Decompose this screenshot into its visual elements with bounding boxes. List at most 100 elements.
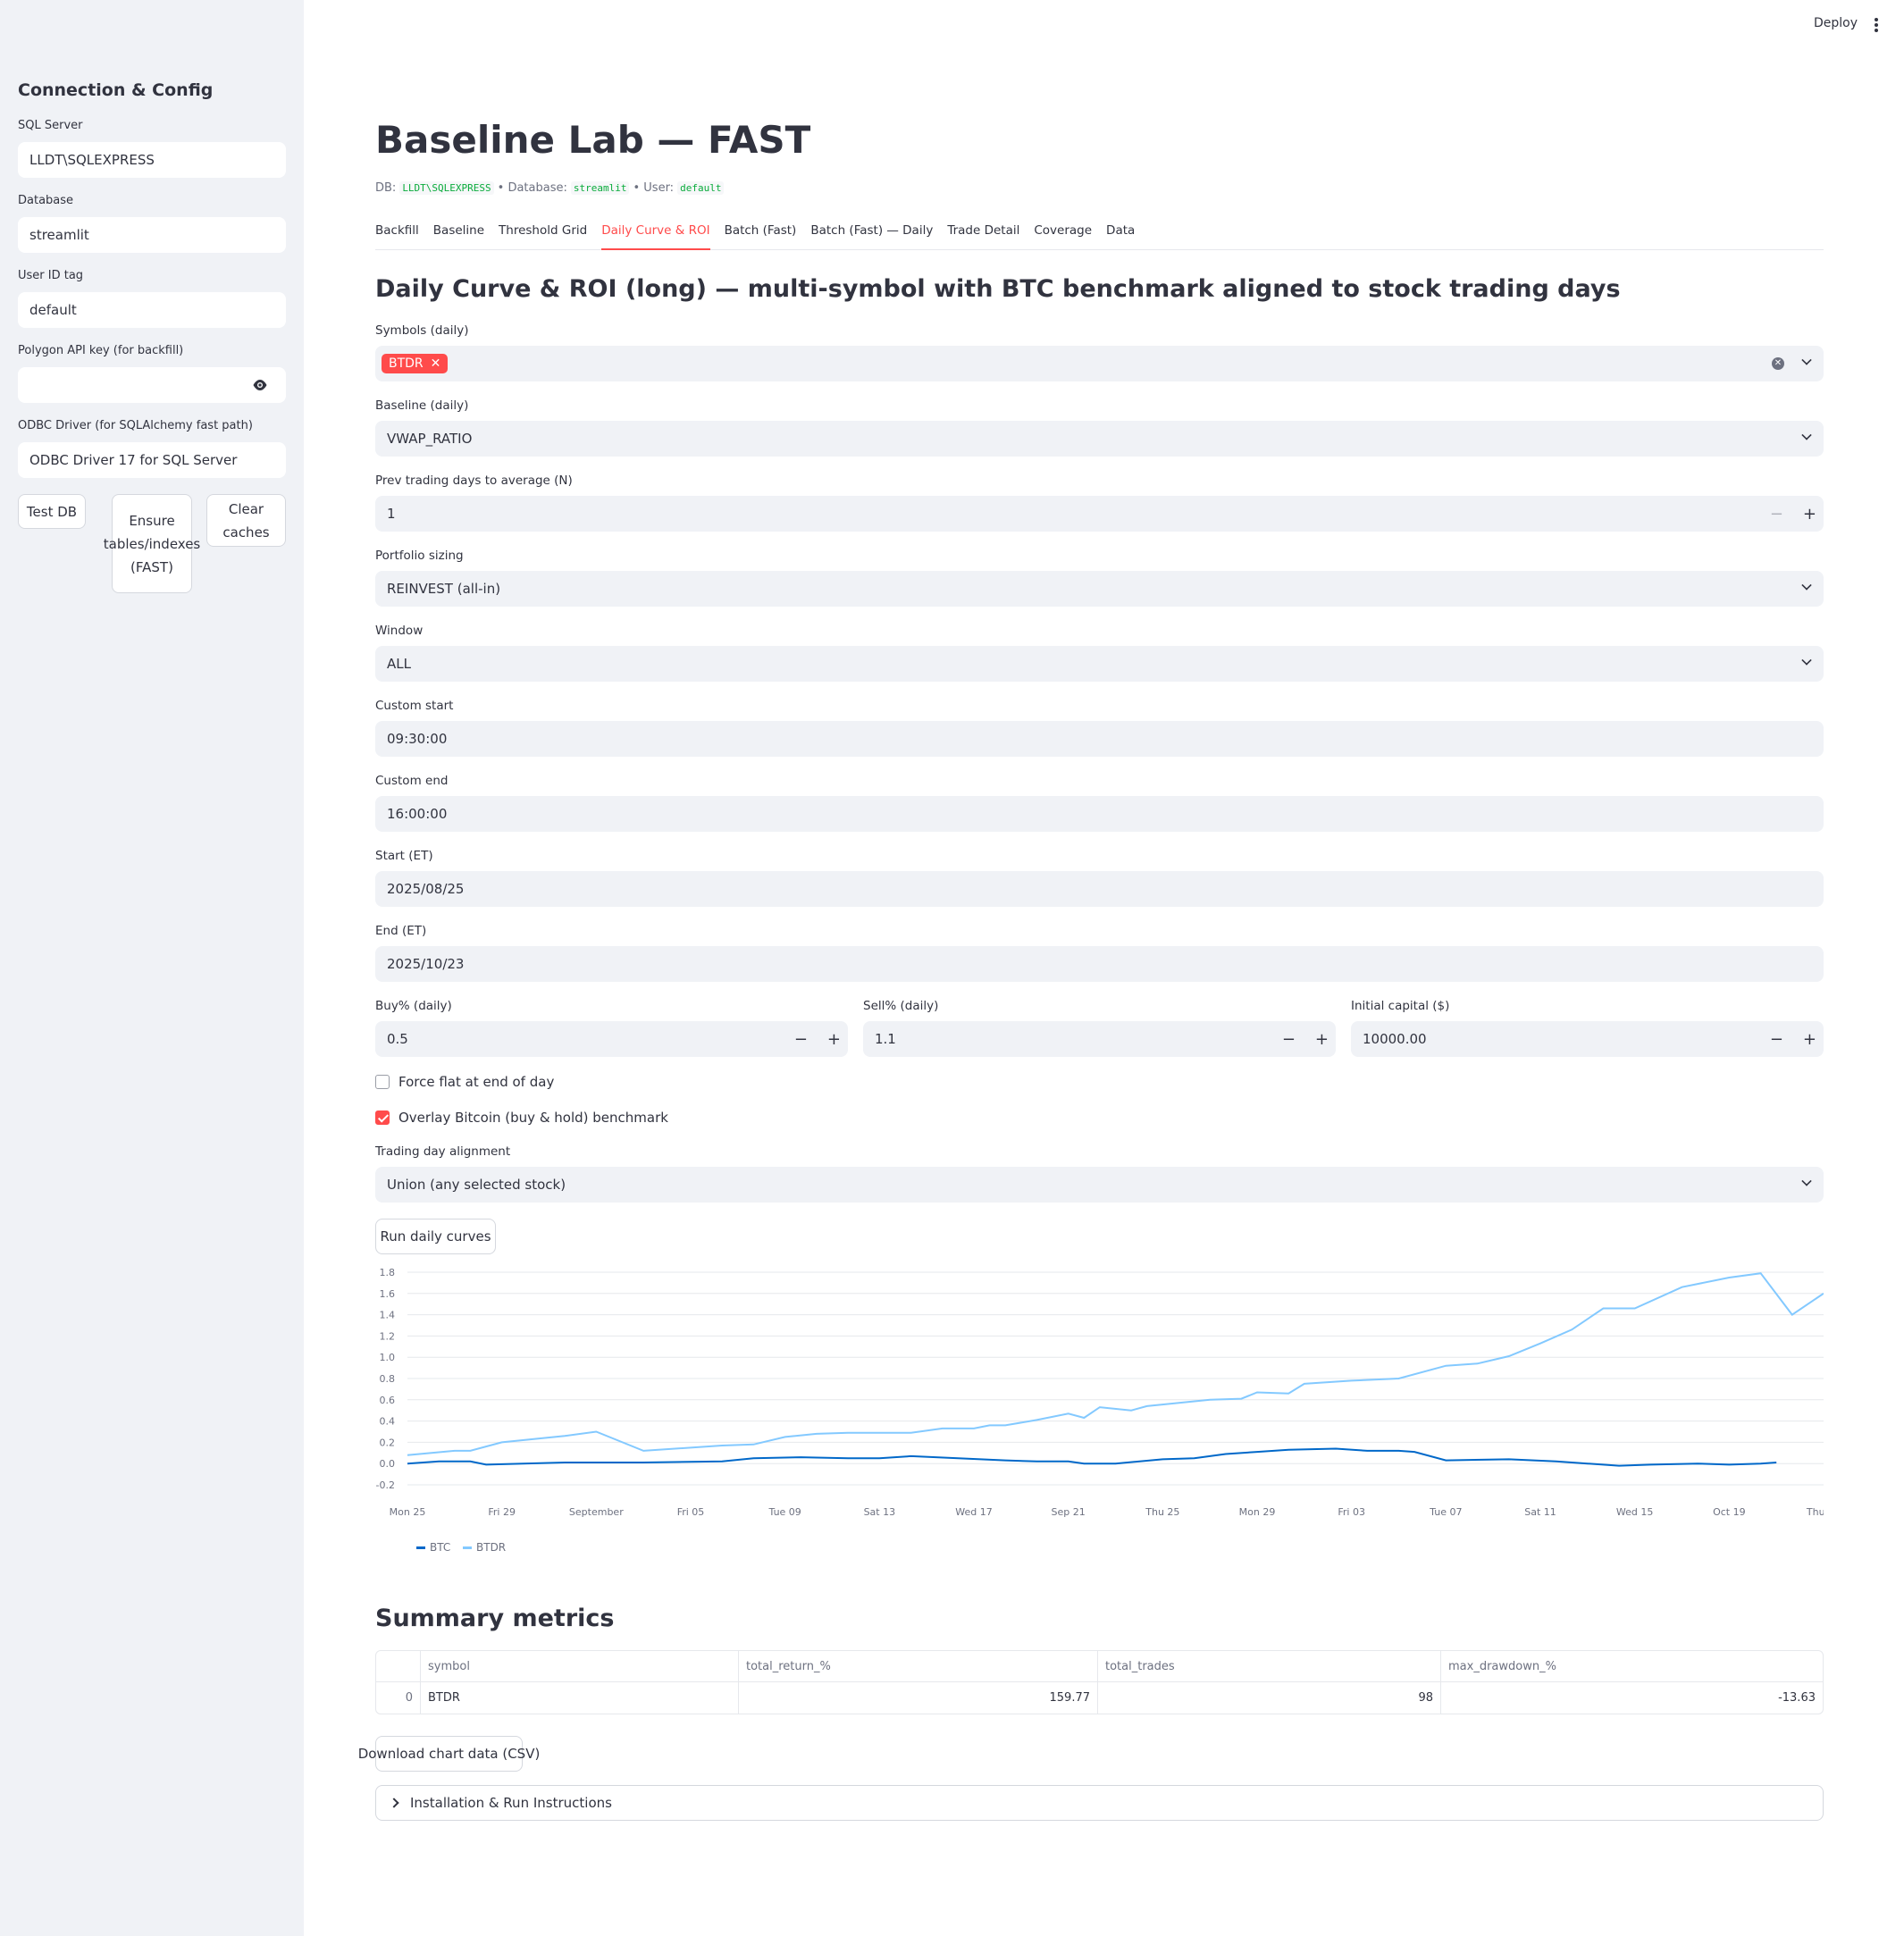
increment-icon[interactable]: + [1315, 1030, 1329, 1049]
symbols-multiselect[interactable]: BTDR ✕ ✕ [375, 346, 1824, 381]
baseline-select[interactable]: VWAP_RATIO [375, 421, 1824, 457]
clear-caches-button[interactable]: Clear caches [206, 494, 286, 547]
x-tick-label: Fri 03 [1338, 1506, 1365, 1518]
column-header [376, 1651, 421, 1682]
chevron-down-icon[interactable] [1801, 1176, 1812, 1186]
sell-pct-input[interactable]: 1.1 − + [863, 1021, 1336, 1057]
column-header[interactable]: total_trades [1098, 1651, 1441, 1682]
prev-days-stepper: − + [1770, 496, 1816, 532]
tab-batch-fast-daily[interactable]: Batch (Fast) — Daily [810, 222, 933, 250]
end-date-input[interactable]: 2025/10/23 [375, 946, 1824, 982]
sell-pct-value: 1.1 [875, 1031, 896, 1047]
column-header[interactable]: total_return_% [739, 1651, 1098, 1682]
test-db-button[interactable]: Test DB [18, 494, 86, 529]
end-date-value: 2025/10/23 [387, 956, 465, 972]
tab-batch-fast[interactable]: Batch (Fast) [725, 222, 797, 250]
buy-pct-label: Buy% (daily) [375, 999, 452, 1013]
table-cell[interactable]: 159.77 [739, 1682, 1098, 1714]
chevron-down-icon[interactable] [1801, 580, 1812, 591]
decrement-icon[interactable]: − [1770, 1030, 1783, 1049]
y-tick-label: 0.6 [380, 1395, 396, 1406]
chevron-down-icon[interactable] [1801, 655, 1812, 666]
alignment-select[interactable]: Union (any selected stock) [375, 1167, 1824, 1203]
baseline-label: Baseline (daily) [375, 398, 469, 413]
decrement-icon[interactable]: − [1770, 505, 1783, 524]
deploy-button[interactable]: Deploy [1814, 16, 1858, 30]
increment-icon[interactable]: + [827, 1030, 841, 1049]
initial-capital-value: 10000.00 [1363, 1031, 1427, 1047]
sql-server-input[interactable]: LLDT\SQLEXPRESS [18, 142, 286, 178]
tab-threshold-grid[interactable]: Threshold Grid [499, 222, 587, 250]
database-input[interactable]: streamlit [18, 217, 286, 253]
initial-capital-stepper: − + [1770, 1021, 1816, 1057]
column-header[interactable]: max_drawdown_% [1441, 1651, 1823, 1682]
window-select[interactable]: ALL [375, 646, 1824, 682]
prev-days-input[interactable]: 1 − + [375, 496, 1824, 532]
tab-coverage[interactable]: Coverage [1034, 222, 1092, 250]
y-tick-label: 1.6 [380, 1288, 396, 1300]
tab-backfill[interactable]: Backfill [375, 222, 419, 250]
column-header[interactable]: symbol [421, 1651, 739, 1682]
user-id-label: User ID tag [18, 269, 84, 282]
summary-table: symbol total_return_% total_trades max_d… [375, 1650, 1824, 1714]
installation-expander[interactable]: Installation & Run Instructions [375, 1785, 1824, 1821]
tab-trade-detail[interactable]: Trade Detail [947, 222, 1019, 250]
x-tick-label: Mon 29 [1239, 1506, 1276, 1518]
daily-curve-chart: 1.8 1.6 1.4 1.2 1.0 0.8 0.6 0.4 0.2 0.0 -0.2 Mon 2… [376, 1267, 1824, 1554]
y-tick-label: 1.4 [380, 1310, 396, 1321]
y-tick-label: 0.2 [380, 1437, 396, 1448]
odbc-driver-input[interactable]: ODBC Driver 17 for SQL Server [18, 442, 286, 478]
custom-end-label: Custom end [375, 774, 449, 788]
polygon-api-key-input[interactable] [18, 367, 286, 403]
legend-swatch [463, 1546, 472, 1549]
increment-icon[interactable]: + [1803, 1030, 1816, 1049]
chevron-down-icon[interactable] [1801, 355, 1812, 365]
symbol-tag[interactable]: BTDR ✕ [382, 354, 449, 373]
start-date-input[interactable]: 2025/08/25 [375, 871, 1824, 907]
clear-all-icon[interactable]: ✕ [1772, 357, 1784, 370]
custom-start-input[interactable]: 09:30:00 [375, 721, 1824, 757]
alignment-label: Trading day alignment [375, 1144, 511, 1159]
connection-caption: DB: LLDT\SQLEXPRESS • Database: streamli… [375, 181, 725, 195]
checkbox-unchecked-icon[interactable] [375, 1075, 390, 1089]
end-date-label: End (ET) [375, 924, 427, 938]
caption-db-value: LLDT\SQLEXPRESS [399, 181, 494, 195]
polygon-api-key-label: Polygon API key (for backfill) [18, 344, 184, 357]
legend-label: BTC [430, 1541, 450, 1554]
section-subheader: Daily Curve & ROI (long) — multi-symbol … [375, 275, 1621, 303]
caption-user-value: default [677, 181, 725, 195]
eye-icon[interactable] [252, 378, 268, 392]
user-id-input[interactable]: default [18, 292, 286, 328]
table-cell[interactable]: BTDR [421, 1682, 739, 1714]
force-flat-checkbox[interactable]: Force flat at end of day [375, 1074, 554, 1090]
force-flat-label: Force flat at end of day [398, 1074, 555, 1090]
overlay-btc-checkbox[interactable]: Overlay Bitcoin (buy & hold) benchmark [375, 1110, 668, 1126]
run-daily-curves-button[interactable]: Run daily curves [375, 1219, 496, 1254]
remove-tag-icon[interactable]: ✕ [431, 356, 441, 371]
ensure-tables-button[interactable]: Ensure tables/indexes (FAST) [104, 494, 200, 593]
decrement-icon[interactable]: − [1282, 1030, 1296, 1049]
caption-database-value: streamlit [570, 181, 630, 195]
decrement-icon[interactable]: − [794, 1030, 808, 1049]
chevron-down-icon[interactable] [1801, 430, 1812, 440]
buy-pct-input[interactable]: 0.5 − + [375, 1021, 848, 1057]
tab-daily-curve-roi[interactable]: Daily Curve & ROI [601, 222, 710, 250]
initial-capital-input[interactable]: 10000.00 − + [1351, 1021, 1824, 1057]
x-tick-label: Oct 19 [1713, 1506, 1746, 1518]
custom-end-input[interactable]: 16:00:00 [375, 796, 1824, 832]
symbols-label: Symbols (daily) [375, 323, 469, 338]
legend-label: BTDR [476, 1541, 506, 1554]
table-cell[interactable]: 98 [1098, 1682, 1441, 1714]
tab-data[interactable]: Data [1106, 222, 1135, 250]
sidebar-heading: Connection & Config [18, 80, 214, 100]
sizing-select[interactable]: REINVEST (all-in) [375, 571, 1824, 607]
tab-baseline[interactable]: Baseline [433, 222, 484, 250]
download-csv-button[interactable]: Download chart data (CSV) [358, 1736, 540, 1772]
table-cell[interactable]: -13.63 [1441, 1682, 1823, 1714]
x-tick-label: Thu 23 [1806, 1506, 1824, 1518]
increment-icon[interactable]: + [1803, 505, 1816, 524]
kebab-menu-icon[interactable] [1871, 18, 1882, 34]
checkbox-checked-icon[interactable] [375, 1110, 390, 1125]
expander-label: Installation & Run Instructions [410, 1795, 612, 1811]
y-tick-label: 1.2 [380, 1330, 396, 1342]
